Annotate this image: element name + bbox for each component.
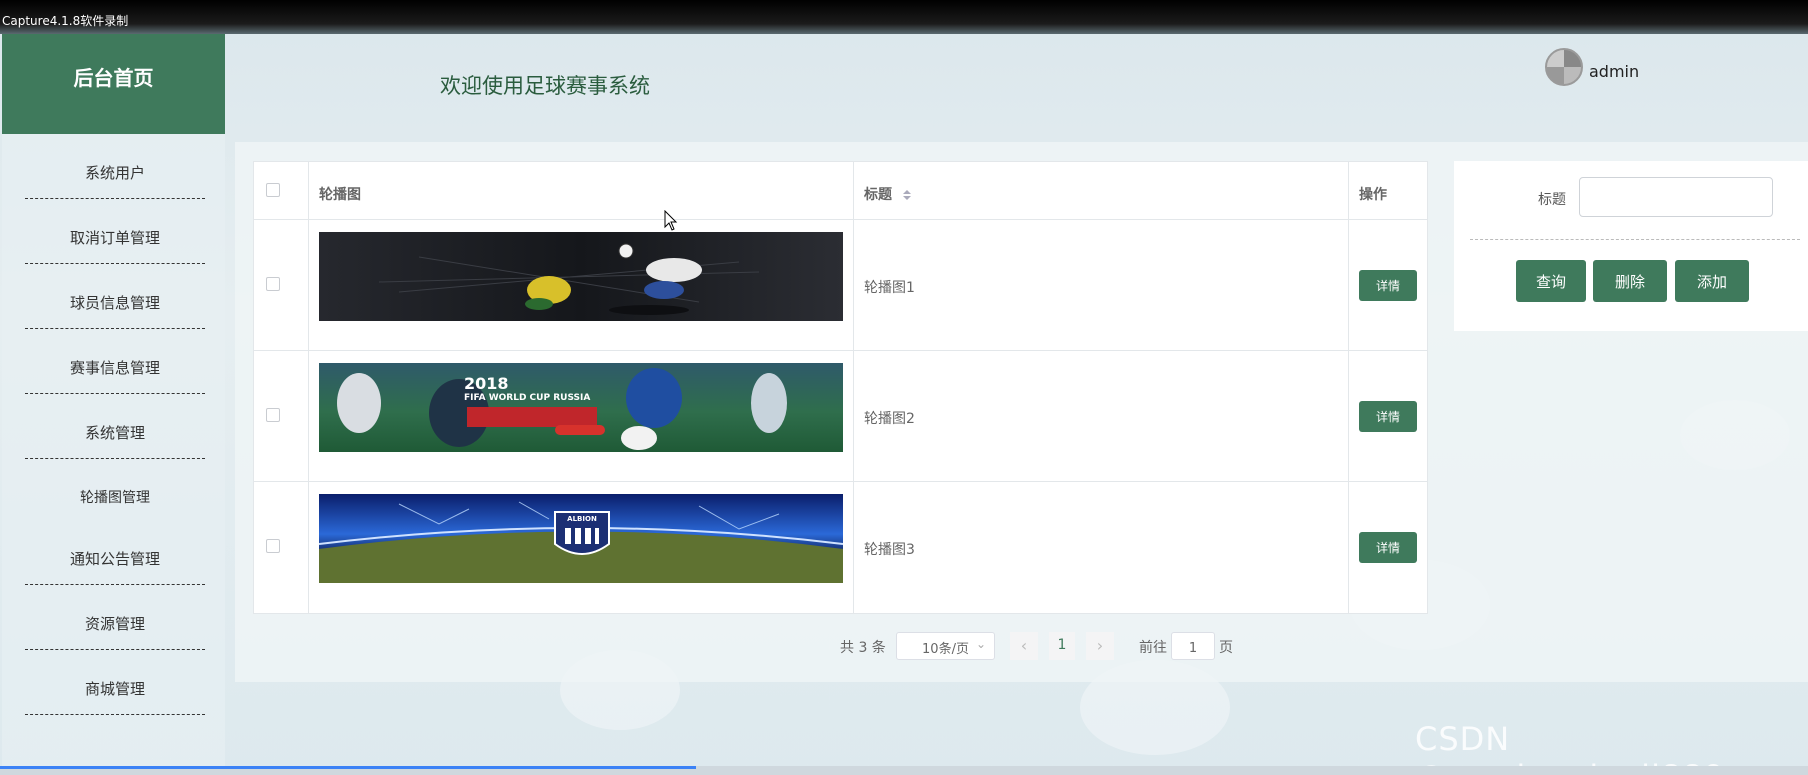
detail-button[interactable]: 详情 xyxy=(1359,401,1417,432)
column-header-title-text: 标题 xyxy=(864,187,892,203)
goto-suffix: 页 xyxy=(1219,640,1233,656)
detail-button[interactable]: 详情 xyxy=(1359,270,1417,301)
row-title-cell: 轮播图2 xyxy=(854,351,1349,481)
sidebar-item-shop[interactable]: 商城管理 xyxy=(25,650,205,715)
goto-prefix: 前往 xyxy=(1139,640,1167,656)
chevron-down-icon: ⌄ xyxy=(975,637,986,651)
row-checkbox[interactable] xyxy=(266,539,280,553)
row-actions-cell: 详情 xyxy=(1349,351,1427,481)
header-checkbox-cell xyxy=(254,162,309,219)
detail-button[interactable]: 详情 xyxy=(1359,532,1417,563)
select-all-checkbox[interactable] xyxy=(266,183,280,197)
row-checkbox[interactable] xyxy=(266,277,280,291)
row-image-cell: ALBION xyxy=(309,482,854,613)
search-panel: 标题 查询 删除 添加 xyxy=(1454,161,1808,331)
column-header-image: 轮播图 xyxy=(319,187,361,203)
world-cup-banner-image: 2018 FIFA WORLD CUP RUSSIA xyxy=(319,363,843,452)
page-title: 欢迎使用足球赛事系统 xyxy=(440,74,650,98)
sidebar-item-carousel[interactable]: 轮播图管理 xyxy=(25,459,205,524)
row-title-cell: 轮播图1 xyxy=(854,220,1349,350)
page-number-current[interactable]: 1 xyxy=(1049,632,1075,660)
search-title-label: 标题 xyxy=(1538,192,1566,208)
row-title-cell: 轮播图3 xyxy=(854,482,1349,613)
banner-caption: FIFA WORLD CUP RUSSIA xyxy=(464,393,591,403)
add-button[interactable]: 添加 xyxy=(1675,260,1749,302)
username-label[interactable]: admin xyxy=(1589,62,1639,81)
search-title-input[interactable] xyxy=(1579,177,1773,217)
avatar[interactable] xyxy=(1545,48,1583,86)
next-page-icon[interactable]: › xyxy=(1086,632,1114,660)
window-title: Capture4.1.8软件录制 xyxy=(2,14,129,28)
header-actions-cell: 操作 xyxy=(1349,162,1427,219)
prev-page-icon[interactable]: ‹ xyxy=(1010,632,1038,660)
table-row: 轮播图1 详情 xyxy=(254,220,1427,351)
row-checkbox-cell xyxy=(254,351,309,481)
pagination-total: 共 3 条 xyxy=(840,640,886,656)
delete-button[interactable]: 删除 xyxy=(1593,260,1667,302)
row-title: 轮播图1 xyxy=(864,280,915,296)
table-row: ALBION 轮播图3 详情 xyxy=(254,482,1427,613)
sidebar-item-system-users[interactable]: 系统用户 xyxy=(25,134,205,199)
sort-icon[interactable] xyxy=(902,190,911,200)
row-title: 轮播图3 xyxy=(864,542,915,558)
mouse-cursor-icon xyxy=(664,210,678,231)
table-row: 2018 FIFA WORLD CUP RUSSIA 轮播图2 详情 xyxy=(254,351,1427,482)
row-actions-cell: 详情 xyxy=(1349,482,1427,613)
goto-page-input[interactable] xyxy=(1171,632,1215,660)
soccer-action-banner-image xyxy=(319,232,843,321)
sidebar-item-notices[interactable]: 通知公告管理 xyxy=(25,520,205,585)
table-header-row: 轮播图 标题 操作 xyxy=(254,162,1427,220)
carousel-table: 轮播图 标题 操作 轮播图1 详情 2018 FIFA WORLD CUP RU… xyxy=(253,161,1428,614)
window-titlebar: Capture4.1.8软件录制 xyxy=(0,0,1808,34)
row-actions-cell: 详情 xyxy=(1349,220,1427,350)
row-checkbox[interactable] xyxy=(266,408,280,422)
page-size-select[interactable]: 10条/页 ⌄ xyxy=(896,632,995,660)
column-header-actions: 操作 xyxy=(1359,187,1387,203)
column-header-title[interactable]: 标题 xyxy=(864,184,911,204)
header-title-cell: 标题 xyxy=(854,162,1349,219)
header-image-cell: 轮播图 xyxy=(309,162,854,219)
row-checkbox-cell xyxy=(254,220,309,350)
query-button[interactable]: 查询 xyxy=(1516,260,1586,302)
row-title: 轮播图2 xyxy=(864,411,915,427)
bottom-scroll-thumb[interactable] xyxy=(0,766,696,769)
stadium-crest-banner-image: ALBION xyxy=(319,494,843,583)
sidebar-item-resources[interactable]: 资源管理 xyxy=(25,585,205,650)
page-size-value: 10条/页 xyxy=(922,642,969,657)
search-divider xyxy=(1470,239,1800,240)
sidebar-item-system-management[interactable]: 系统管理 xyxy=(25,394,205,459)
row-checkbox-cell xyxy=(254,482,309,613)
row-image-cell xyxy=(309,220,854,350)
banner-crest-text: ALBION xyxy=(567,515,597,523)
sidebar-item-players[interactable]: 球员信息管理 xyxy=(25,264,205,329)
sidebar-item-cancel-orders[interactable]: 取消订单管理 xyxy=(25,199,205,264)
sidebar-nav: 系统用户 取消订单管理 球员信息管理 赛事信息管理 系统管理 轮播图管理 通知公… xyxy=(2,134,225,769)
banner-year: 2018 xyxy=(464,374,509,393)
sidebar-item-matches[interactable]: 赛事信息管理 xyxy=(25,329,205,394)
row-image-cell: 2018 FIFA WORLD CUP RUSSIA xyxy=(309,351,854,481)
sidebar-home-link[interactable]: 后台首页 xyxy=(2,34,225,134)
